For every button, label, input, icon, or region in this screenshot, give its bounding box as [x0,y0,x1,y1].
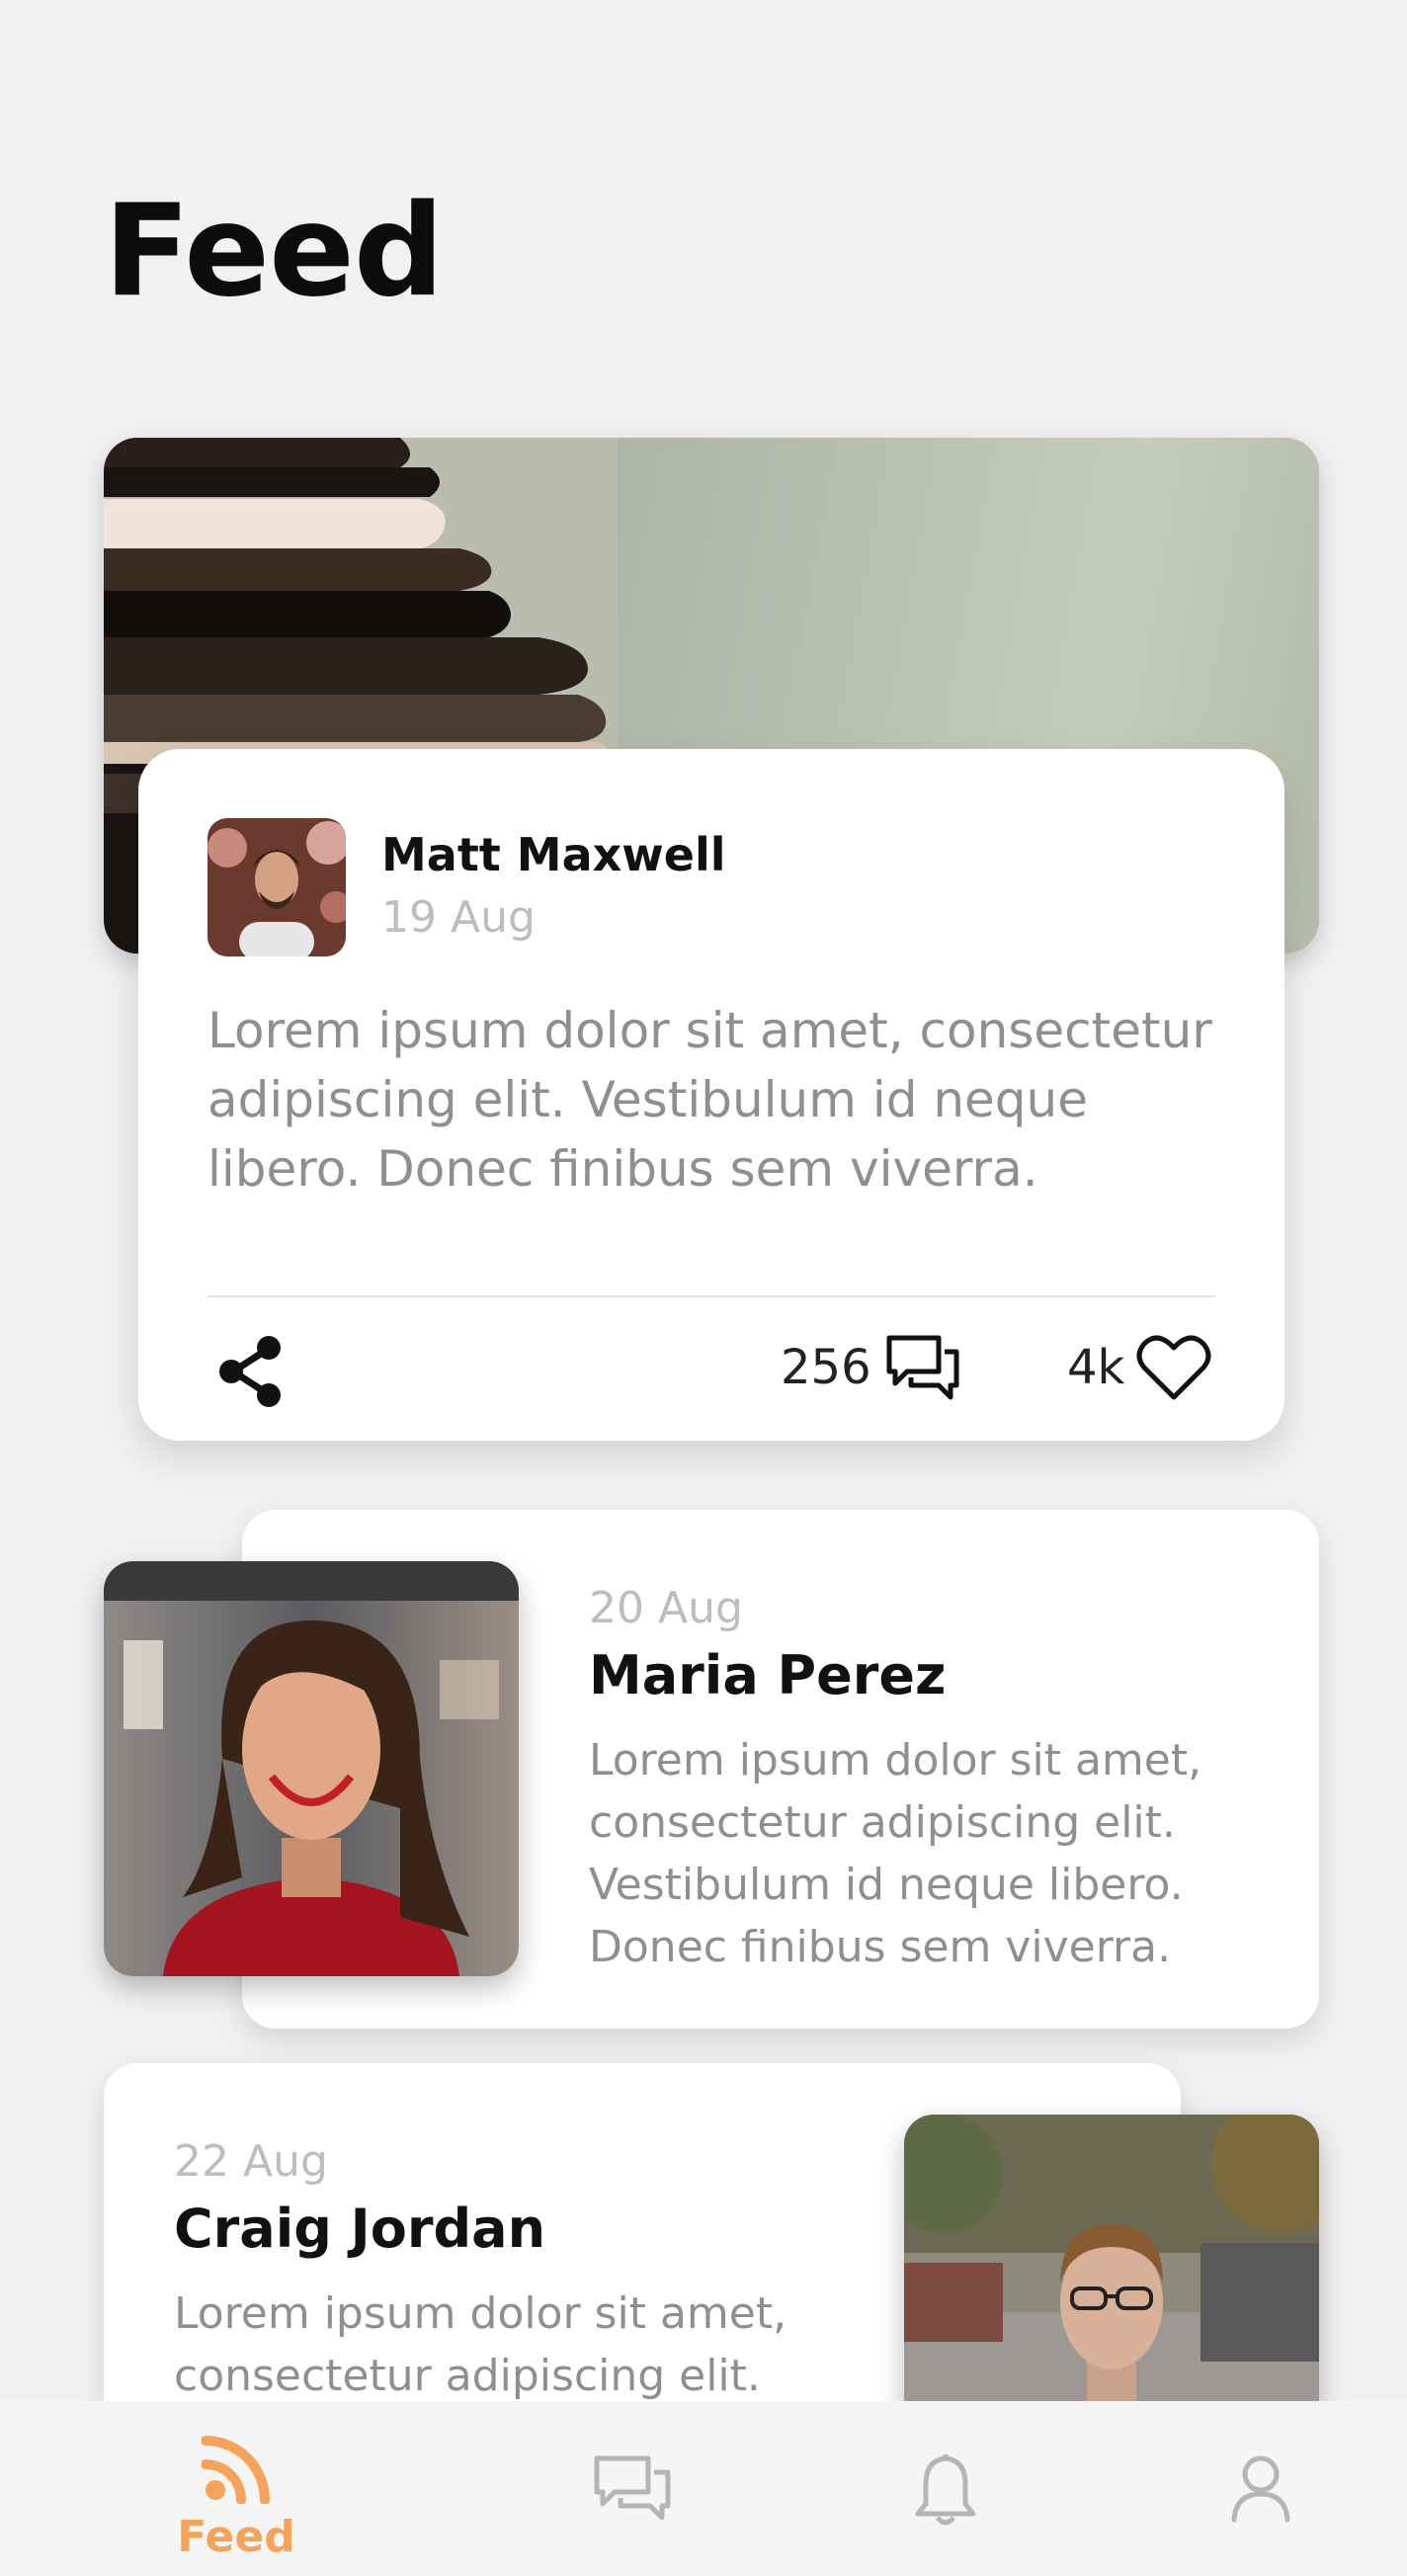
post-body-text: Lorem ipsum dolor sit amet, consectetur … [589,1735,1202,1972]
like-button[interactable] [1136,1334,1211,1403]
divider [207,1295,1215,1297]
comment-icon [886,1335,959,1400]
nav-item-messages[interactable] [534,2401,731,2576]
page-title: Feed [104,178,444,325]
post-date: 20 Aug [589,1583,743,1633]
feed-screen: Feed Matt Maxwell 19 Aug Lorem ipsum dol… [0,0,1407,2576]
comment-button[interactable] [885,1332,960,1405]
comment-count: 256 [781,1340,871,1395]
user-icon [1231,2455,1290,2523]
bell-icon [915,2454,976,2526]
nav-item-notifications[interactable] [847,2401,1044,2576]
chat-icon [594,2455,671,2521]
heart-icon [1136,1335,1211,1400]
share-icon [219,1336,281,1407]
avatar-matt-maxwell[interactable] [207,818,346,956]
post-body-text: Lorem ipsum dolor sit amet, consectetur … [174,2288,787,2401]
post-author-name[interactable]: Matt Maxwell [381,828,726,881]
nav-label-feed: Feed [177,2512,295,2562]
featured-post-card[interactable]: Matt Maxwell 19 Aug Lorem ipsum dolor si… [138,749,1284,1441]
share-button[interactable] [215,1332,287,1411]
post-date: 22 Aug [174,2136,328,2187]
post-body-text: Lorem ipsum dolor sit amet, consectetur … [207,1002,1212,1198]
nav-item-profile[interactable] [1162,2401,1360,2576]
post-photo-maria[interactable] [104,1561,519,1976]
nav-item-feed[interactable]: Feed [137,2401,335,2576]
bottom-nav: Feed [0,2401,1407,2576]
rss-icon [202,2436,270,2504]
like-count: 4k [1067,1340,1125,1395]
post-author-name[interactable]: Craig Jordan [174,2198,545,2260]
post-author-name[interactable]: Maria Perez [589,1644,946,1706]
post-date: 19 Aug [381,892,536,943]
